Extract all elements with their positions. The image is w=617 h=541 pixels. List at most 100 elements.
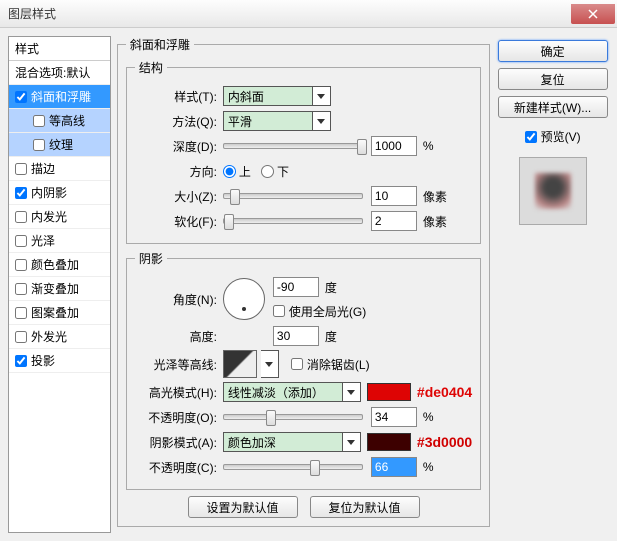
shadow-opacity-input[interactable]	[371, 457, 417, 477]
style-item-等高线[interactable]: 等高线	[9, 109, 110, 133]
depth-label: 深度(D):	[135, 138, 223, 155]
style-item-label: 内阴影	[31, 184, 67, 201]
size-input[interactable]	[371, 186, 417, 206]
style-item-label: 光泽	[31, 232, 55, 249]
close-button[interactable]	[571, 4, 615, 24]
bevel-title: 斜面和浮雕	[126, 36, 194, 53]
preview-checkbox[interactable]	[525, 131, 537, 143]
style-checkbox[interactable]	[15, 307, 27, 319]
style-checkbox[interactable]	[15, 187, 27, 199]
style-checkbox[interactable]	[33, 139, 45, 151]
method-combo[interactable]: 平滑	[223, 111, 331, 131]
soften-slider[interactable]	[223, 218, 363, 224]
method-label: 方法(Q):	[135, 113, 223, 130]
shadow-opacity-slider[interactable]	[223, 464, 363, 470]
preview-thumbnail	[535, 173, 571, 209]
close-icon	[588, 9, 598, 19]
style-item-渐变叠加[interactable]: 渐变叠加	[9, 277, 110, 301]
make-default-button[interactable]: 设置为默认值	[188, 496, 298, 518]
soften-unit: 像素	[423, 213, 447, 230]
chevron-down-icon[interactable]	[313, 111, 331, 131]
cancel-button[interactable]: 复位	[498, 68, 608, 90]
soften-input[interactable]	[371, 211, 417, 231]
style-combo[interactable]: 内斜面	[223, 86, 331, 106]
angle-input[interactable]	[273, 277, 319, 297]
chevron-down-icon[interactable]	[261, 350, 279, 378]
right-panel: 确定 复位 新建样式(W)... 预览(V)	[496, 36, 609, 533]
size-unit: 像素	[423, 188, 447, 205]
styles-list: 样式 混合选项:默认 斜面和浮雕等高线纹理描边内阴影内发光光泽颜色叠加渐变叠加图…	[8, 36, 111, 533]
shadow-hex: #3d0000	[417, 434, 472, 450]
antialias-checkbox[interactable]	[291, 358, 303, 370]
style-checkbox[interactable]	[33, 115, 45, 127]
direction-down[interactable]: 下	[261, 163, 289, 180]
direction-up[interactable]: 上	[223, 163, 251, 180]
shadow-color-swatch[interactable]	[367, 433, 411, 451]
shadow-opacity-label: 不透明度(C):	[135, 459, 223, 476]
reset-default-button[interactable]: 复位为默认值	[310, 496, 420, 518]
structure-title: 结构	[135, 59, 167, 76]
preview-box	[519, 157, 587, 225]
window-title: 图层样式	[8, 5, 56, 22]
style-item-label: 图案叠加	[31, 304, 79, 321]
style-checkbox[interactable]	[15, 211, 27, 223]
style-checkbox[interactable]	[15, 331, 27, 343]
highlight-color-swatch[interactable]	[367, 383, 411, 401]
style-item-label: 描边	[31, 160, 55, 177]
style-item-内发光[interactable]: 内发光	[9, 205, 110, 229]
preview-label: 预览(V)	[541, 128, 581, 145]
highlight-opacity-slider[interactable]	[223, 414, 363, 420]
style-item-纹理[interactable]: 纹理	[9, 133, 110, 157]
center-panel: 斜面和浮雕 结构 样式(T): 内斜面 方法(Q): 平滑	[117, 36, 490, 533]
angle-label: 角度(N):	[135, 291, 223, 308]
altitude-input[interactable]	[273, 326, 319, 346]
style-item-内阴影[interactable]: 内阴影	[9, 181, 110, 205]
chevron-down-icon[interactable]	[343, 432, 361, 452]
new-style-button[interactable]: 新建样式(W)...	[498, 96, 608, 118]
style-checkbox[interactable]	[15, 235, 27, 247]
highlight-mode-combo[interactable]: 线性减淡（添加）	[223, 382, 361, 402]
style-item-label: 纹理	[49, 136, 73, 153]
style-item-label: 颜色叠加	[31, 256, 79, 273]
styles-header: 样式	[9, 37, 110, 61]
style-item-label: 斜面和浮雕	[31, 88, 91, 105]
gloss-contour[interactable]	[223, 350, 257, 378]
preview-checkbox-row[interactable]: 预览(V)	[525, 128, 581, 145]
style-item-label: 外发光	[31, 328, 67, 345]
style-item-颜色叠加[interactable]: 颜色叠加	[9, 253, 110, 277]
style-checkbox[interactable]	[15, 283, 27, 295]
style-item-图案叠加[interactable]: 图案叠加	[9, 301, 110, 325]
depth-unit: %	[423, 139, 434, 153]
style-checkbox[interactable]	[15, 91, 27, 103]
style-item-label: 投影	[31, 352, 55, 369]
style-item-斜面和浮雕[interactable]: 斜面和浮雕	[9, 85, 110, 109]
style-checkbox[interactable]	[15, 355, 27, 367]
angle-dial[interactable]	[223, 278, 265, 320]
style-checkbox[interactable]	[15, 163, 27, 175]
style-label: 样式(T):	[135, 88, 223, 105]
highlight-hex: #de0404	[417, 384, 472, 400]
bevel-group: 斜面和浮雕 结构 样式(T): 内斜面 方法(Q): 平滑	[117, 36, 490, 527]
shadow-mode-combo[interactable]: 颜色加深	[223, 432, 361, 452]
blend-options[interactable]: 混合选项:默认	[9, 61, 110, 85]
style-item-label: 等高线	[49, 112, 85, 129]
style-item-投影[interactable]: 投影	[9, 349, 110, 373]
size-slider[interactable]	[223, 193, 363, 199]
angle-unit: 度	[325, 279, 337, 296]
global-light-checkbox[interactable]	[273, 305, 285, 317]
style-item-label: 渐变叠加	[31, 280, 79, 297]
style-item-描边[interactable]: 描边	[9, 157, 110, 181]
highlight-opacity-input[interactable]	[371, 407, 417, 427]
style-item-外发光[interactable]: 外发光	[9, 325, 110, 349]
depth-input[interactable]	[371, 136, 417, 156]
ok-button[interactable]: 确定	[498, 40, 608, 62]
style-item-label: 内发光	[31, 208, 67, 225]
depth-slider[interactable]	[223, 143, 363, 149]
chevron-down-icon[interactable]	[343, 382, 361, 402]
global-light-label: 使用全局光(G)	[289, 303, 366, 320]
chevron-down-icon[interactable]	[313, 86, 331, 106]
soften-label: 软化(F):	[135, 213, 223, 230]
antialias-label: 消除锯齿(L)	[307, 356, 370, 373]
style-checkbox[interactable]	[15, 259, 27, 271]
style-item-光泽[interactable]: 光泽	[9, 229, 110, 253]
